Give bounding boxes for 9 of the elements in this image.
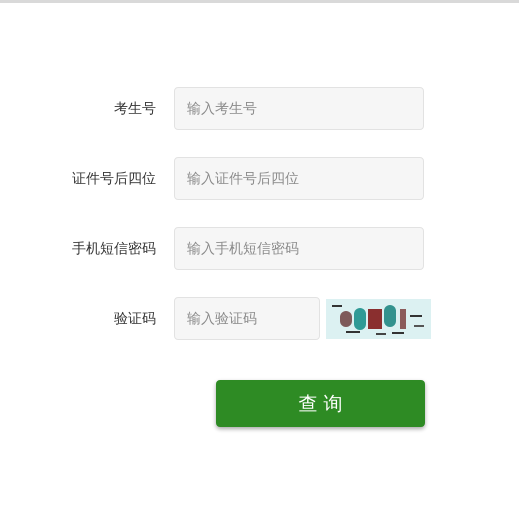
field-label: 验证码 <box>113 310 156 328</box>
input-field[interactable]: 输入考生号 <box>174 87 424 130</box>
input-field[interactable]: 输入手机短信密码 <box>174 227 424 270</box>
field-label: 考生号 <box>113 100 156 118</box>
input-field[interactable]: 输入验证码 <box>174 297 320 340</box>
input-field[interactable]: 输入证件号后四位 <box>174 157 424 200</box>
field-label: 证件号后四位 <box>71 170 156 188</box>
field-label: 手机短信密码 <box>71 240 156 258</box>
query-button[interactable]: 查 询 <box>216 380 425 427</box>
